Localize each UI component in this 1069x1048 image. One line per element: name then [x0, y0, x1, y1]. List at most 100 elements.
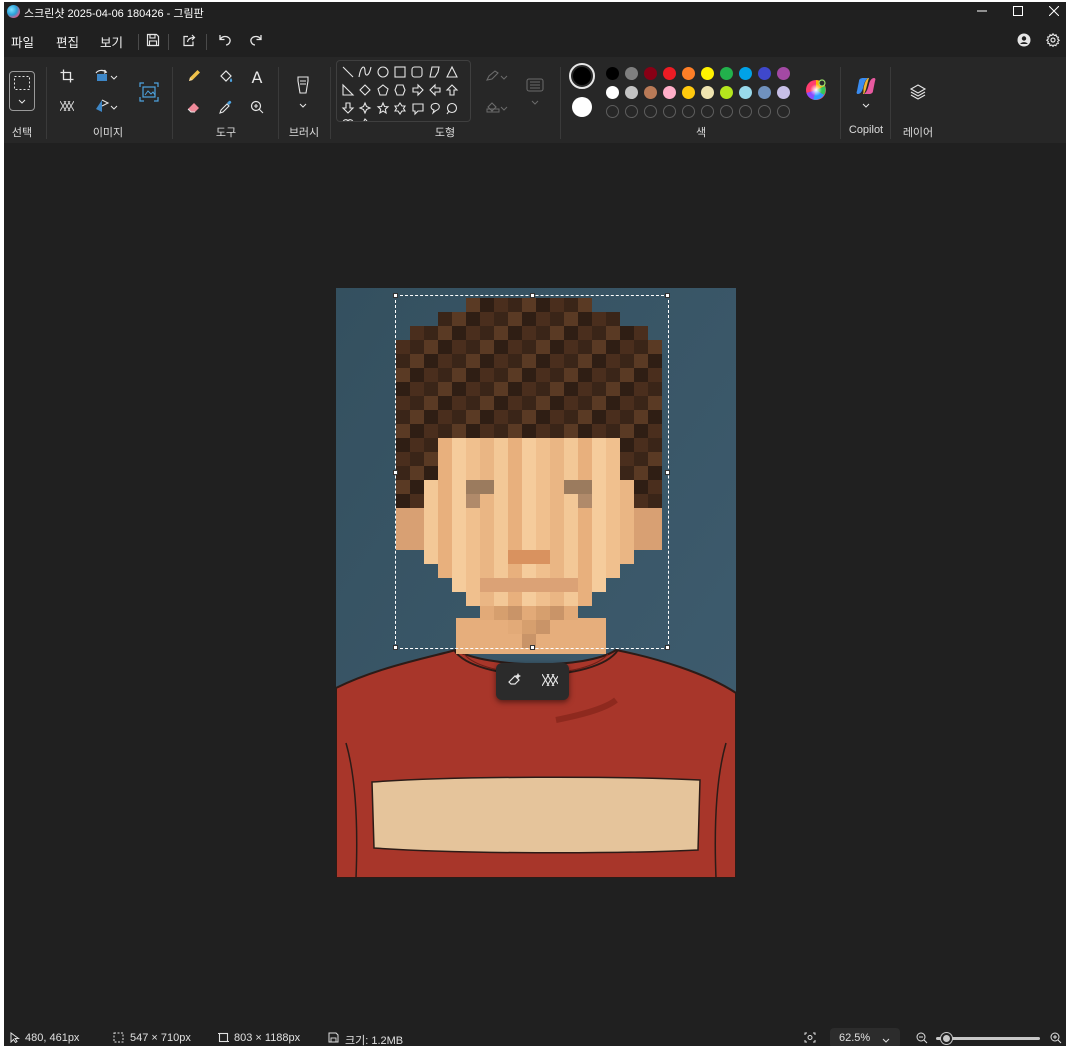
- selection-handle-se[interactable]: [665, 645, 670, 650]
- shape-triangle-icon[interactable]: [446, 65, 458, 78]
- zoom-level-select[interactable]: 62.5%: [830, 1028, 900, 1046]
- share-button[interactable]: [178, 30, 200, 52]
- shape-arrow-left-icon[interactable]: [429, 83, 441, 97]
- custom-color-slot[interactable]: [739, 105, 752, 118]
- crop-button[interactable]: [54, 65, 80, 89]
- shape-polygon-icon[interactable]: [429, 66, 440, 78]
- eraser-button[interactable]: [181, 96, 207, 120]
- shape-rounded-rectangle-icon[interactable]: [411, 66, 423, 78]
- shape-heart-icon[interactable]: [342, 119, 354, 122]
- palette-color-swatch[interactable]: [682, 86, 695, 99]
- erase-selection-button[interactable]: [502, 669, 528, 693]
- minimize-button[interactable]: [964, 2, 1000, 22]
- shape-curve-icon[interactable]: [358, 66, 372, 78]
- pencil-button[interactable]: [181, 65, 207, 89]
- undo-button[interactable]: [214, 30, 236, 52]
- custom-color-slot[interactable]: [606, 105, 619, 118]
- shape-line-icon[interactable]: [342, 66, 354, 78]
- menu-edit[interactable]: 편집: [56, 32, 79, 51]
- zoom-slider-thumb[interactable]: [940, 1033, 952, 1044]
- pixelate-button[interactable]: [54, 95, 80, 119]
- shape-lightning-icon[interactable]: [363, 118, 368, 122]
- color-picker-button[interactable]: [213, 96, 239, 120]
- secondary-color-swatch[interactable]: [572, 97, 592, 117]
- selection-handle-n[interactable]: [530, 293, 535, 298]
- shape-arrow-down-icon[interactable]: [341, 102, 355, 114]
- copilot-button[interactable]: [852, 77, 880, 111]
- selection-handle-nw[interactable]: [393, 293, 398, 298]
- palette-color-swatch[interactable]: [606, 86, 619, 99]
- palette-color-swatch[interactable]: [644, 67, 657, 80]
- palette-color-swatch[interactable]: [777, 86, 790, 99]
- primary-color-swatch[interactable]: [569, 63, 595, 89]
- shape-oval-icon[interactable]: [377, 66, 389, 78]
- shape-arrow-up-icon[interactable]: [445, 84, 459, 96]
- palette-color-swatch[interactable]: [758, 86, 771, 99]
- custom-color-slot[interactable]: [777, 105, 790, 118]
- palette-color-swatch[interactable]: [663, 67, 676, 80]
- selection-handle-ne[interactable]: [665, 293, 670, 298]
- edit-colors-button[interactable]: [802, 77, 830, 105]
- close-button[interactable]: [1036, 2, 1066, 22]
- text-button[interactable]: A: [244, 65, 270, 89]
- shape-diamond-icon[interactable]: [359, 84, 371, 96]
- redo-button[interactable]: [245, 30, 267, 52]
- zoom-in-button[interactable]: [1050, 1032, 1062, 1046]
- shape-callout-cloud-icon[interactable]: [446, 102, 458, 115]
- menu-view[interactable]: 보기: [100, 32, 123, 51]
- maximize-button[interactable]: [1000, 2, 1036, 22]
- palette-color-swatch[interactable]: [758, 67, 771, 80]
- account-button[interactable]: [1013, 30, 1035, 52]
- stroke-size-button[interactable]: [522, 73, 548, 113]
- fit-to-window-button[interactable]: [804, 1032, 816, 1046]
- shape-callout-oval-icon[interactable]: [430, 102, 440, 115]
- shape-right-triangle-icon[interactable]: [342, 83, 355, 96]
- save-button[interactable]: [142, 30, 164, 52]
- shape-hexagon-icon[interactable]: [394, 84, 406, 96]
- shape-four-point-star-icon[interactable]: [358, 101, 372, 115]
- palette-color-swatch[interactable]: [682, 67, 695, 80]
- shape-fill-button[interactable]: [480, 96, 514, 120]
- palette-color-swatch[interactable]: [701, 86, 714, 99]
- selection-handle-w[interactable]: [393, 470, 398, 475]
- palette-color-swatch[interactable]: [606, 67, 619, 80]
- zoom-out-button[interactable]: [916, 1032, 928, 1046]
- custom-color-slot[interactable]: [720, 105, 733, 118]
- palette-color-swatch[interactable]: [625, 67, 638, 80]
- custom-color-slot[interactable]: [644, 105, 657, 118]
- custom-color-slot[interactable]: [758, 105, 771, 118]
- palette-color-swatch[interactable]: [739, 86, 752, 99]
- settings-button[interactable]: [1042, 30, 1064, 52]
- selection-tool-button[interactable]: [9, 71, 35, 111]
- shape-outline-button[interactable]: [480, 65, 514, 89]
- custom-color-slot[interactable]: [682, 105, 695, 118]
- shape-pentagon-icon[interactable]: [377, 84, 389, 96]
- shape-five-point-star-icon[interactable]: [376, 101, 390, 115]
- image-creator-button[interactable]: [135, 79, 163, 107]
- custom-color-slot[interactable]: [663, 105, 676, 118]
- palette-color-swatch[interactable]: [701, 67, 714, 80]
- custom-color-slot[interactable]: [701, 105, 714, 118]
- palette-color-swatch[interactable]: [663, 86, 676, 99]
- layers-button[interactable]: [904, 79, 932, 107]
- flip-button[interactable]: [89, 95, 123, 119]
- palette-color-swatch[interactable]: [739, 67, 752, 80]
- magnifier-button[interactable]: [244, 96, 270, 120]
- shape-rectangle-icon[interactable]: [394, 66, 406, 78]
- shape-callout-rect-icon[interactable]: [412, 103, 424, 116]
- selection-handle-s[interactable]: [530, 645, 535, 650]
- rotate-button[interactable]: [89, 65, 123, 89]
- menu-file[interactable]: 파일: [11, 32, 34, 51]
- palette-color-swatch[interactable]: [720, 67, 733, 80]
- palette-color-swatch[interactable]: [720, 86, 733, 99]
- selection-marquee[interactable]: [393, 293, 670, 650]
- palette-color-swatch[interactable]: [777, 67, 790, 80]
- pixelate-selection-button[interactable]: [537, 669, 563, 693]
- selection-handle-e[interactable]: [665, 470, 670, 475]
- palette-color-swatch[interactable]: [644, 86, 657, 99]
- selection-handle-sw[interactable]: [393, 645, 398, 650]
- palette-color-swatch[interactable]: [625, 86, 638, 99]
- brush-button[interactable]: [290, 73, 316, 113]
- shape-six-point-star-icon[interactable]: [394, 102, 406, 115]
- shape-arrow-right-icon[interactable]: [412, 83, 424, 97]
